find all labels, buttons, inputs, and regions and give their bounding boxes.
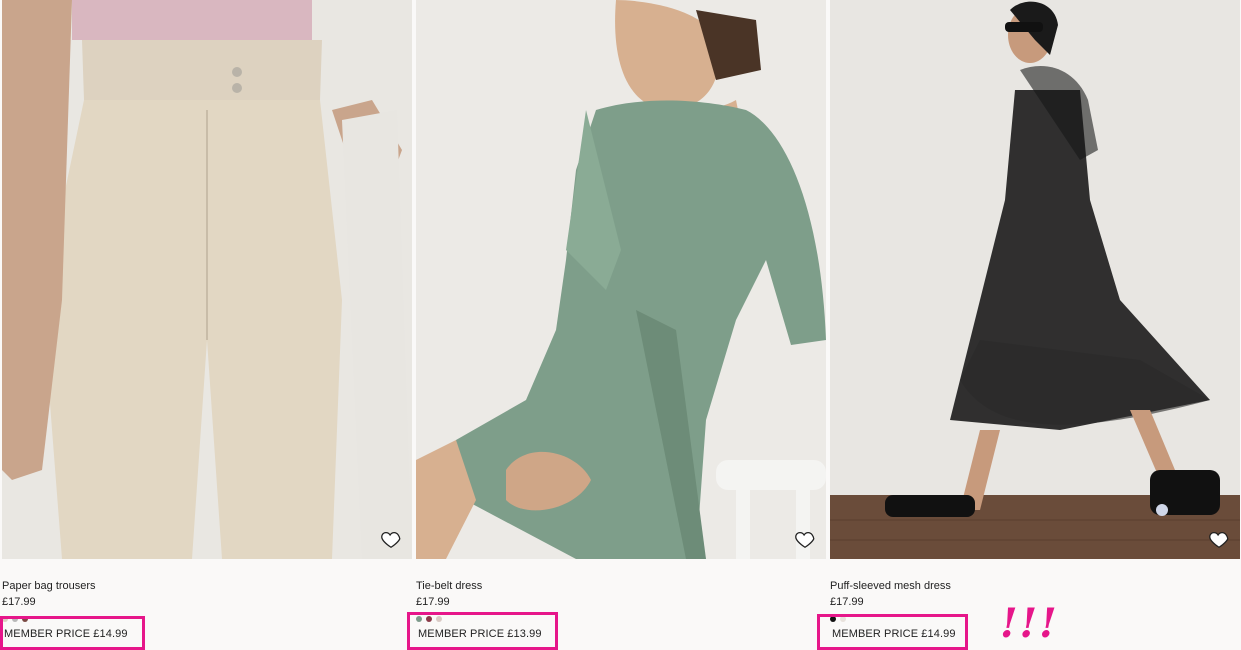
product-name[interactable]: Paper bag trousers — [2, 580, 96, 592]
exclamation-annotation: !!! — [1000, 600, 1059, 647]
product-image[interactable] — [830, 0, 1240, 559]
color-swatches — [416, 616, 442, 622]
product-name[interactable]: Puff-sleeved mesh dress — [830, 580, 951, 592]
heart-icon[interactable] — [794, 528, 816, 550]
color-swatches — [2, 616, 28, 622]
product-card-puff-sleeved-mesh-dress[interactable]: Puff-sleeved mesh dress £17.99 MEMBER PR… — [830, 0, 1241, 650]
color-swatch[interactable] — [830, 616, 836, 622]
member-price: MEMBER PRICE £13.99 — [418, 628, 542, 640]
product-grid: Paper bag trousers £17.99 MEMBER PRICE £… — [0, 0, 1241, 650]
color-swatch[interactable] — [840, 616, 846, 622]
color-swatch[interactable] — [2, 616, 8, 622]
color-swatch[interactable] — [426, 616, 432, 622]
color-swatch[interactable] — [22, 616, 28, 622]
product-card-paper-bag-trousers[interactable]: Paper bag trousers £17.99 MEMBER PRICE £… — [2, 0, 414, 650]
member-price: MEMBER PRICE £14.99 — [4, 628, 128, 640]
product-price: £17.99 — [830, 596, 864, 608]
color-swatch[interactable] — [416, 616, 422, 622]
color-swatch[interactable] — [436, 616, 442, 622]
product-name[interactable]: Tie-belt dress — [416, 580, 482, 592]
product-image[interactable] — [416, 0, 826, 559]
product-price: £17.99 — [416, 596, 450, 608]
product-card-tie-belt-dress[interactable]: Tie-belt dress £17.99 MEMBER PRICE £13.9… — [416, 0, 828, 650]
member-price: MEMBER PRICE £14.99 — [832, 628, 956, 640]
heart-icon[interactable] — [380, 528, 402, 550]
color-swatches — [830, 616, 846, 622]
color-swatch[interactable] — [12, 616, 18, 622]
product-image[interactable] — [2, 0, 412, 559]
product-price: £17.99 — [2, 596, 36, 608]
heart-icon[interactable] — [1208, 528, 1230, 550]
